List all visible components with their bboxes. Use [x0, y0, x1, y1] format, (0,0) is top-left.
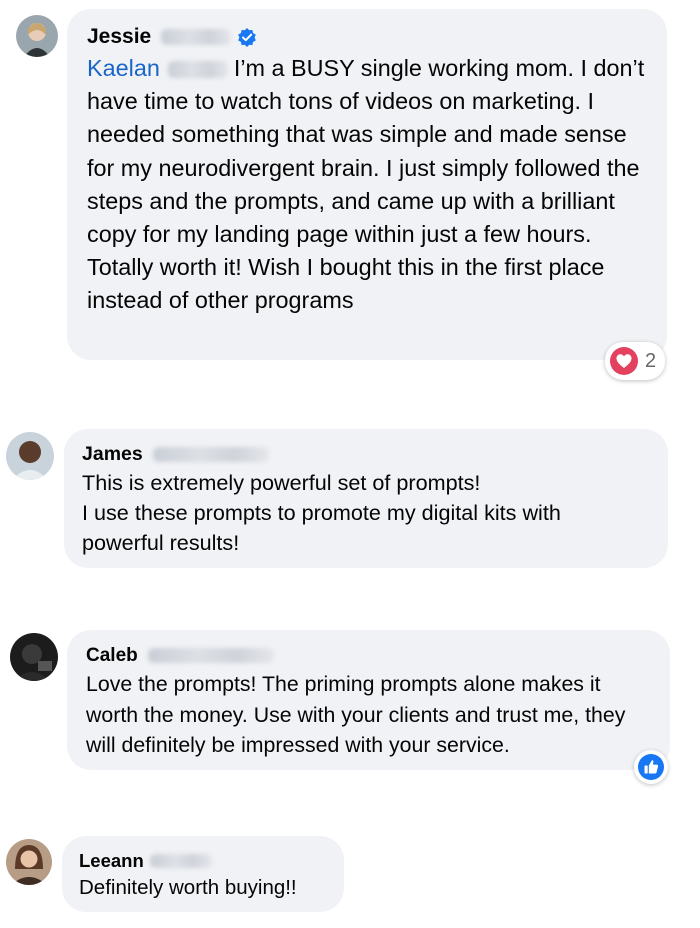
- comment-text: Definitely worth buying!!: [79, 876, 297, 899]
- reaction-summary[interactable]: [634, 750, 668, 784]
- comment-line: I use these prompts to promote my digita…: [82, 500, 561, 555]
- blurred-mention-surname: [167, 61, 228, 78]
- comment-text: This is extremely powerful set of prompt…: [82, 468, 648, 558]
- comment-text: Love the prompts! The priming prompts al…: [86, 672, 626, 757]
- heart-icon: [609, 346, 639, 376]
- blurred-surname: [147, 648, 274, 663]
- author-name[interactable]: James: [82, 443, 143, 466]
- mention-link[interactable]: Kaelan: [87, 55, 234, 81]
- comment-author[interactable]: Leeann: [79, 848, 326, 874]
- avatar-jessie[interactable]: [16, 15, 58, 57]
- blurred-surname: [161, 29, 232, 45]
- comment-author[interactable]: Jessie: [87, 22, 647, 52]
- avatar-leeann[interactable]: [6, 839, 52, 885]
- author-name[interactable]: Caleb: [86, 645, 138, 667]
- comment-bubble: James This is extremely powerful set of …: [64, 429, 668, 568]
- like-icon: [637, 753, 665, 781]
- comment-line: This is extremely powerful set of prompt…: [82, 470, 481, 495]
- author-name[interactable]: Leeann: [79, 850, 144, 872]
- reaction-summary[interactable]: 2: [605, 342, 665, 380]
- avatar-caleb[interactable]: [10, 633, 58, 681]
- comment-bubble: Caleb Love the prompts! The priming prom…: [67, 630, 670, 770]
- blurred-surname: [149, 854, 212, 868]
- comment-bubble: Jessie Kaelan I’m a BUSY single working m…: [67, 9, 667, 360]
- blurred-surname: [152, 447, 269, 462]
- comment-author[interactable]: Caleb: [86, 642, 652, 669]
- comment-bubble: Leeann Definitely worth buying!!: [62, 836, 344, 912]
- comment-text: Kaelan I’m a BUSY single working mom. I d…: [87, 55, 645, 314]
- reaction-count: 2: [645, 349, 657, 372]
- verified-badge-icon: [237, 27, 257, 47]
- author-name[interactable]: Jessie: [87, 25, 151, 49]
- avatar-james[interactable]: [6, 432, 54, 480]
- comment-author[interactable]: James: [82, 441, 648, 468]
